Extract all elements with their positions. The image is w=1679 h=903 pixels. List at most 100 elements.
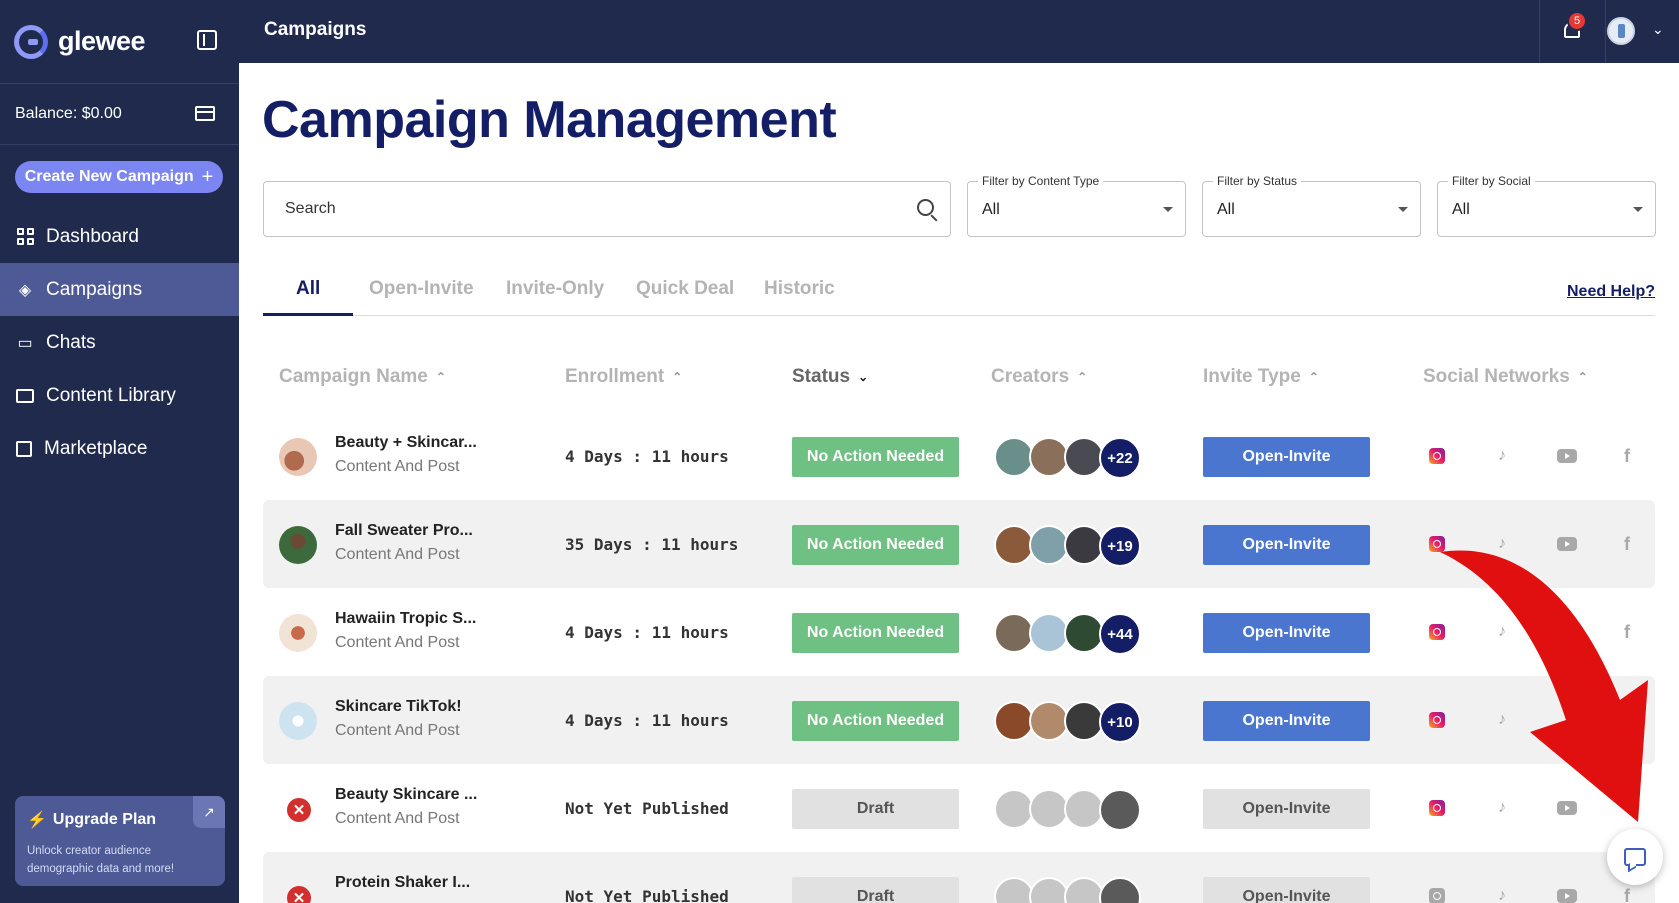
- enrollment-time: 4 Days : 11 hours: [565, 623, 729, 642]
- tab-invite-only[interactable]: Invite-Only: [506, 278, 604, 300]
- column-header-status[interactable]: Status ⌄: [792, 366, 868, 388]
- create-new-campaign-button[interactable]: Create New Campaign +: [15, 161, 223, 193]
- sidebar-item-dashboard[interactable]: Dashboard: [0, 210, 239, 263]
- sidebar-item-chats[interactable]: ▭ Chats: [0, 316, 239, 369]
- creator-avatars[interactable]: +44: [994, 613, 1144, 655]
- creator-avatars[interactable]: [994, 877, 1144, 903]
- status-badge[interactable]: Draft: [792, 789, 959, 829]
- user-avatar[interactable]: [1607, 17, 1635, 45]
- status-badge[interactable]: No Action Needed: [792, 525, 959, 565]
- invite-type-button[interactable]: Open-Invite: [1203, 877, 1370, 903]
- add-funds-card-icon[interactable]: [195, 106, 215, 121]
- campaign-name[interactable]: Protein Shaker I...: [335, 874, 470, 892]
- avatar: [1064, 701, 1104, 741]
- facebook-icon: f: [1624, 446, 1630, 466]
- status-badge[interactable]: No Action Needed: [792, 701, 959, 741]
- column-header-campaign-name[interactable]: Campaign Name ⌃: [279, 366, 446, 388]
- filter-value: All: [982, 201, 1000, 218]
- tag-icon: ◈: [18, 281, 32, 299]
- dropdown-caret-icon: [1633, 207, 1643, 212]
- instagram-icon: [1429, 536, 1445, 552]
- column-header-invite-type[interactable]: Invite Type ⌃: [1203, 366, 1319, 388]
- external-arrow-icon[interactable]: ↗: [193, 796, 225, 828]
- creator-avatars[interactable]: +19: [994, 525, 1144, 567]
- sidebar-item-marketplace[interactable]: Marketplace: [0, 422, 239, 475]
- table-row[interactable]: Fall Sweater Pro... Content And Post 35 …: [263, 500, 1655, 588]
- status-badge[interactable]: No Action Needed: [792, 437, 959, 477]
- facebook-icon: f: [1624, 534, 1630, 554]
- invite-type-button[interactable]: Open-Invite: [1203, 789, 1370, 829]
- avatar-placeholder: [994, 877, 1034, 903]
- avatar: [994, 437, 1034, 477]
- collapse-sidebar-icon[interactable]: [197, 30, 217, 50]
- chat-icon: ▭: [17, 334, 33, 352]
- filter-status-select[interactable]: Filter by Status All: [1202, 174, 1421, 237]
- youtube-icon: [1557, 449, 1577, 463]
- dropdown-caret-icon: [1398, 207, 1408, 212]
- chevron-down-icon[interactable]: ⌄: [1652, 21, 1664, 38]
- creator-avatars[interactable]: +22: [994, 437, 1144, 479]
- avatar: [1064, 437, 1104, 477]
- tab-historic[interactable]: Historic: [764, 278, 835, 300]
- active-tab-indicator: [263, 313, 353, 316]
- campaign-name[interactable]: Fall Sweater Pro...: [335, 522, 473, 540]
- more-creators-count: +10: [1099, 701, 1141, 743]
- avatar: [994, 701, 1034, 741]
- enrollment-time: 4 Days : 11 hours: [565, 447, 729, 466]
- balance-row: Balance: $0.00: [0, 84, 239, 145]
- lightning-icon: ⚡: [27, 812, 47, 829]
- invite-type-button[interactable]: Open-Invite: [1203, 525, 1370, 565]
- table-row[interactable]: Skincare TikTok! Content And Post 4 Days…: [263, 676, 1655, 764]
- upgrade-plan-title: ⚡ Upgrade Plan: [27, 810, 213, 830]
- invite-type-button[interactable]: Open-Invite: [1203, 437, 1370, 477]
- notification-count-badge: 5: [1567, 11, 1587, 31]
- column-header-enrollment[interactable]: Enrollment ⌃: [565, 366, 682, 388]
- chat-support-button[interactable]: [1607, 829, 1663, 885]
- upgrade-plan-label: Upgrade Plan: [52, 811, 157, 828]
- avatar-placeholder: [1099, 877, 1141, 903]
- tab-open-invite[interactable]: Open-Invite: [369, 278, 474, 300]
- sort-up-icon: ⌃: [672, 370, 683, 384]
- need-help-link[interactable]: Need Help?: [1567, 283, 1655, 301]
- campaign-type: Content And Post: [335, 458, 460, 475]
- shopping-bag-icon: [16, 440, 32, 457]
- search-input[interactable]: Search: [263, 181, 951, 237]
- table-row[interactable]: Hawaiin Tropic S... Content And Post 4 D…: [263, 588, 1655, 676]
- search-icon[interactable]: [917, 199, 934, 216]
- create-new-campaign-label: Create New Campaign: [24, 168, 194, 185]
- upgrade-plan-card[interactable]: ⚡ Upgrade Plan Unlock creator audience d…: [15, 796, 225, 886]
- filter-social-select[interactable]: Filter by Social All: [1437, 174, 1656, 237]
- campaign-name[interactable]: Hawaiin Tropic S...: [335, 610, 476, 628]
- campaign-name[interactable]: Beauty + Skincar...: [335, 434, 477, 452]
- sidebar-item-campaigns[interactable]: ◈ Campaigns: [0, 263, 239, 316]
- creator-avatars[interactable]: +10: [994, 701, 1144, 743]
- invite-type-button[interactable]: Open-Invite: [1203, 701, 1370, 741]
- filter-content-type-select[interactable]: Filter by Content Type All: [967, 174, 1186, 237]
- more-creators-count: +19: [1099, 525, 1141, 567]
- column-header-creators[interactable]: Creators ⌃: [991, 366, 1087, 388]
- table-row[interactable]: ✕ Beauty Skincare ... Content And Post N…: [263, 764, 1655, 852]
- sidebar-item-label: Content Library: [46, 384, 176, 406]
- avatar-placeholder: [1029, 789, 1069, 829]
- sort-down-icon: ⌄: [858, 370, 869, 384]
- table-row[interactable]: ✕ Protein Shaker I... Not Yet Published …: [263, 852, 1655, 903]
- table-row[interactable]: Beauty + Skincar... Content And Post 4 D…: [263, 412, 1655, 500]
- youtube-icon: [1557, 537, 1577, 551]
- status-badge[interactable]: Draft: [792, 877, 959, 903]
- tab-quick-deal[interactable]: Quick Deal: [636, 278, 734, 300]
- sidebar-item-content-library[interactable]: Content Library: [0, 369, 239, 422]
- campaign-type: Content And Post: [335, 546, 460, 563]
- tab-all[interactable]: All: [296, 278, 320, 300]
- creator-avatars[interactable]: [994, 789, 1144, 831]
- column-header-social-networks[interactable]: Social Networks ⌃: [1423, 366, 1588, 388]
- filter-label: Filter by Social: [1448, 174, 1535, 188]
- tiktok-icon: ♪: [1498, 711, 1506, 728]
- campaign-name[interactable]: Beauty Skincare ...: [335, 786, 477, 804]
- sort-up-icon: ⌃: [1308, 370, 1319, 384]
- avatar-placeholder: [1099, 789, 1141, 831]
- invite-type-button[interactable]: Open-Invite: [1203, 613, 1370, 653]
- status-badge[interactable]: No Action Needed: [792, 613, 959, 653]
- avatar: [1029, 525, 1069, 565]
- tiktok-icon: ♪: [1498, 799, 1506, 816]
- campaign-name[interactable]: Skincare TikTok!: [335, 698, 462, 716]
